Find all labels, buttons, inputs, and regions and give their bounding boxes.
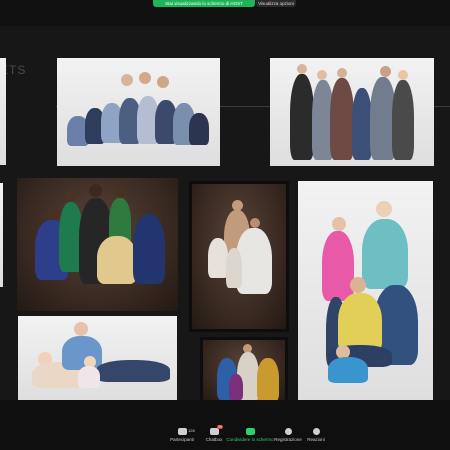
share-screen-icon [245, 428, 255, 435]
photo-cropped-left-1[interactable] [0, 58, 6, 165]
view-options-button[interactable]: Visualizza opzioni [256, 0, 296, 7]
photo-family-small-dark[interactable] [200, 337, 288, 405]
chat-label: Chatbox [205, 437, 223, 442]
screen-share-status[interactable]: Stai visualizzando lo schermo di HOST [153, 0, 255, 7]
participants-icon [177, 428, 187, 435]
shared-screen: ETS [0, 26, 450, 405]
photo-family-large-white[interactable] [57, 58, 220, 166]
chat-icon [209, 428, 219, 435]
photo-family-five-white[interactable] [270, 58, 434, 166]
photo-couple-baby-white[interactable] [18, 316, 177, 402]
photo-cropped-left-2[interactable] [0, 183, 3, 287]
chat-badge: 99 [217, 425, 223, 429]
photo-family-brown-backdrop[interactable] [17, 178, 178, 311]
photo-couple-children-dark[interactable] [189, 181, 289, 332]
reactions-label: Reazioni [307, 437, 325, 442]
meeting-toolbar: Partecipanti 128 Chatbox 99 Condividere … [0, 400, 450, 450]
reactions-button[interactable]: Reazioni [291, 428, 341, 442]
top-bar: Stai visualizzando lo schermo di HOST Vi… [0, 0, 450, 26]
photo-family-standing-white[interactable] [298, 181, 433, 403]
reactions-icon [312, 428, 320, 435]
